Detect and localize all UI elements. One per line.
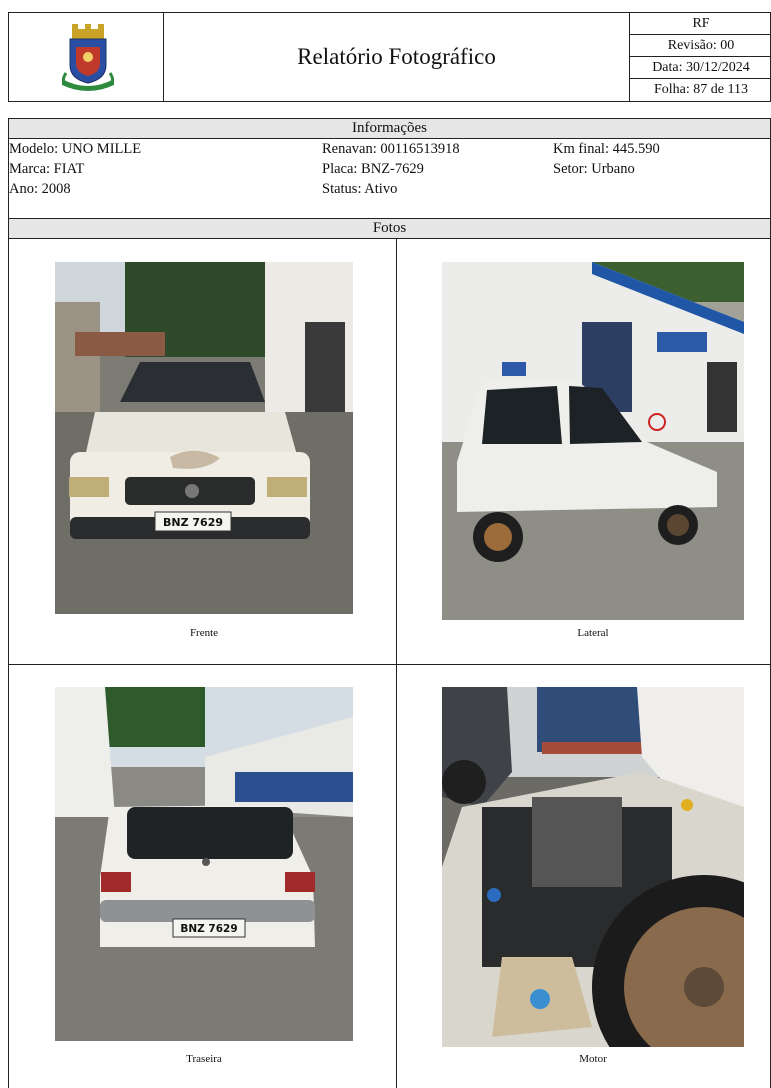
engine-photo-image [442, 687, 744, 1047]
info-renavan: Renavan: 00116513918 [322, 141, 460, 157]
photos-heading: Fotos [8, 218, 771, 239]
doc-sheet: Folha: 87 de 113 [654, 82, 748, 97]
info-modelo: Modelo: UNO MILLE [9, 141, 142, 157]
logo-cell [9, 13, 164, 101]
photo-grid: BNZ 7629 Frente Lateral BNZ 7629 Traseir… [8, 239, 771, 1088]
info-km-final: Km final: 445.590 [553, 141, 660, 157]
info-marca: Marca: FIAT [9, 161, 85, 177]
side-photo-image [442, 262, 744, 620]
report-title: Relatório Fotográfico [297, 44, 496, 69]
info-placa: Placa: BNZ-7629 [322, 161, 424, 177]
info-ano: Ano: 2008 [9, 181, 71, 197]
caption-traseira: Traseira [186, 1053, 222, 1065]
document-header: Relatório Fotográfico RF Revisão: 00 Dat… [8, 12, 771, 102]
caption-motor: Motor [579, 1053, 607, 1065]
front-plate-text: BNZ 7629 [163, 516, 223, 529]
photo-engine [442, 687, 744, 1047]
info-status: Status: Ativo [322, 181, 398, 197]
grid-horizontal-divider [9, 664, 771, 665]
doc-code: RF [630, 13, 771, 35]
vehicle-info: Modelo: UNO MILLE Marca: FIAT Ano: 2008 … [8, 139, 771, 218]
photo-front: BNZ 7629 [55, 262, 353, 614]
document-meta: RF Revisão: 00 Data: 30/12/2024 Folha: 8… [629, 13, 771, 101]
doc-revision: Revisão: 00 [630, 35, 771, 57]
coat-of-arms-icon [61, 24, 115, 91]
photo-rear: BNZ 7629 [55, 687, 353, 1041]
caption-lateral: Lateral [577, 627, 609, 639]
info-setor: Setor: Urbano [553, 161, 635, 177]
photo-side [442, 262, 744, 620]
rear-photo-image: BNZ 7629 [55, 687, 353, 1041]
info-heading: Informações [8, 118, 771, 139]
rear-plate-text: BNZ 7629 [180, 923, 237, 935]
front-photo-image: BNZ 7629 [55, 262, 353, 614]
caption-frente: Frente [189, 627, 219, 639]
doc-date: Data: 30/12/2024 [630, 57, 771, 79]
